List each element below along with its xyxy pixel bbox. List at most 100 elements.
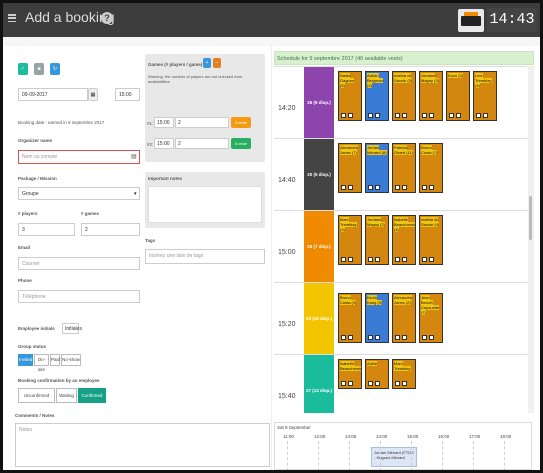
booking-card[interactable]: Adèle (365, 359, 389, 389)
check-icon[interactable] (341, 257, 346, 262)
organizer-input[interactable]: Nom ou compte (18, 150, 140, 164)
booking-card[interactable]: Kevin Kang (3) (365, 293, 389, 343)
booking-card[interactable]: Isabelle Beauchemin (338, 359, 362, 389)
edit-icon[interactable] (402, 257, 407, 262)
game2-count[interactable]: 2 (175, 138, 229, 149)
check-icon[interactable] (368, 381, 373, 386)
booking-card[interactable]: Bruno Costa (7) (419, 143, 443, 193)
booking-card[interactable]: Alexandra Jones (2) (392, 293, 416, 343)
edit-icon[interactable] (483, 113, 488, 118)
edit-icon[interactable] (402, 113, 407, 118)
edit-icon[interactable] (348, 185, 353, 190)
booking-card[interactable]: Adrian Bergeron (4) (365, 71, 389, 121)
edit-icon[interactable] (348, 113, 353, 118)
slot-capacity[interactable]: 20 (5 disp.) (304, 139, 334, 211)
booking-card[interactable]: Kuzo (3) (446, 71, 470, 121)
edit-icon[interactable] (375, 381, 380, 386)
tags-input[interactable]: Insérez une liste de tags (145, 249, 265, 264)
check-icon[interactable] (449, 113, 454, 118)
booking-card[interactable]: Marc Tremblay (392, 359, 416, 389)
check-icon[interactable] (341, 381, 346, 386)
waiting-button[interactable]: Waiting (56, 388, 77, 403)
cancel-icon-button[interactable]: ■ (34, 63, 44, 75)
game1-time[interactable]: 15:00 (154, 117, 174, 128)
players-input[interactable]: 3 (18, 223, 75, 236)
booking-card[interactable]: mathia ck Savoie (3) (392, 71, 416, 121)
calendar-icon[interactable]: ▦ (88, 88, 98, 101)
save-icon-button[interactable]: ✓ (18, 63, 28, 75)
check-icon[interactable] (422, 185, 427, 190)
slot-capacity[interactable]: 20 (28 disp.) (304, 283, 334, 355)
add-game-button[interactable]: + (203, 58, 211, 68)
important-notes-textarea[interactable] (148, 186, 262, 223)
status-onsite-button[interactable]: On-site (34, 354, 49, 372)
edit-icon[interactable] (402, 335, 407, 340)
slot-capacity[interactable]: 25 (7 disp.) (304, 211, 334, 283)
edit-icon[interactable] (429, 335, 434, 340)
booking-card[interactable]: Marc Tremblay (4) (338, 215, 362, 265)
time-input[interactable]: 15:00 (115, 88, 140, 101)
remove-game-button[interactable]: − (213, 58, 221, 68)
booking-card[interactable]: Jordane Magny (2) (365, 215, 389, 265)
check-icon[interactable] (341, 113, 346, 118)
check-icon[interactable] (395, 257, 400, 262)
booking-card[interactable]: mathia ck Savoie (4) (419, 215, 443, 265)
booking-card[interactable]: Alexandra Jones (7) (338, 143, 362, 193)
check-icon[interactable] (395, 185, 400, 190)
edit-icon[interactable] (402, 185, 407, 190)
booking-card[interactable]: Bruno Costa (3) (338, 293, 362, 343)
booking-card[interactable]: Isabelle Beauchemin (4) (392, 215, 416, 265)
edit-icon[interactable] (375, 335, 380, 340)
game2-time[interactable]: 15:00 (154, 138, 174, 149)
check-icon[interactable] (368, 185, 373, 190)
edit-icon[interactable] (348, 381, 353, 386)
edit-icon[interactable] (375, 257, 380, 262)
phone-input[interactable]: Téléphone (18, 290, 140, 303)
check-icon[interactable] (395, 113, 400, 118)
games-input[interactable]: 2 (81, 223, 140, 236)
help-icon[interactable]: ? (101, 12, 113, 24)
edit-icon[interactable] (375, 113, 380, 118)
reload-icon-button[interactable]: ↻ (50, 63, 60, 75)
schedule-scrollbar[interactable] (528, 66, 534, 413)
hamburger-menu-icon[interactable] (8, 14, 16, 22)
status-invited-button[interactable]: Invited (18, 354, 33, 366)
email-input[interactable]: Courriel (18, 257, 140, 270)
contact-card-icon[interactable]: ▤ (131, 153, 137, 160)
game1-count[interactable]: 2 (175, 117, 229, 128)
unconfirmed-button[interactable]: Unconfirmed (18, 388, 55, 403)
edit-icon[interactable] (348, 257, 353, 262)
booking-card[interactable]: Jordane Magny (3) (419, 71, 443, 121)
date-input[interactable]: 09-09-2017 (18, 88, 88, 101)
check-icon[interactable] (368, 257, 373, 262)
check-icon[interactable] (422, 257, 427, 262)
confirmed-button[interactable]: Confirmed (78, 388, 106, 403)
employee-input[interactable]: Initiales (62, 323, 82, 334)
status-noshow-button[interactable]: No-show (61, 354, 81, 366)
check-icon[interactable] (341, 185, 346, 190)
check-icon[interactable] (395, 335, 400, 340)
status-paid-button[interactable]: Paid (50, 354, 60, 366)
check-icon[interactable] (368, 113, 373, 118)
edit-icon[interactable] (429, 113, 434, 118)
edit-icon[interactable] (348, 335, 353, 340)
check-icon[interactable] (341, 335, 346, 340)
edit-icon[interactable] (429, 185, 434, 190)
edit-icon[interactable] (402, 381, 407, 386)
edit-icon[interactable] (375, 185, 380, 190)
package-select[interactable]: Groupe (18, 187, 140, 200)
edit-icon[interactable] (429, 257, 434, 262)
booking-card[interactable]: Line Tremblay (4) (473, 71, 497, 121)
check-icon[interactable] (422, 113, 427, 118)
slot-capacity[interactable]: 27 (13 disp.) (304, 355, 334, 413)
booking-card[interactable]: Patricia Girard (11) (392, 143, 416, 193)
check-icon[interactable] (476, 113, 481, 118)
edit-icon[interactable] (456, 113, 461, 118)
check-icon[interactable] (368, 335, 373, 340)
slot-capacity[interactable]: 26 (5 disp.) (304, 67, 334, 139)
booking-card[interactable]: Jordan Ménard (8) (365, 143, 389, 193)
booking-card[interactable]: Jean Benoît Cayouette (7) (419, 293, 443, 343)
comments-textarea[interactable]: Notes (15, 423, 270, 467)
check-icon[interactable] (395, 381, 400, 386)
check-icon[interactable] (422, 335, 427, 340)
